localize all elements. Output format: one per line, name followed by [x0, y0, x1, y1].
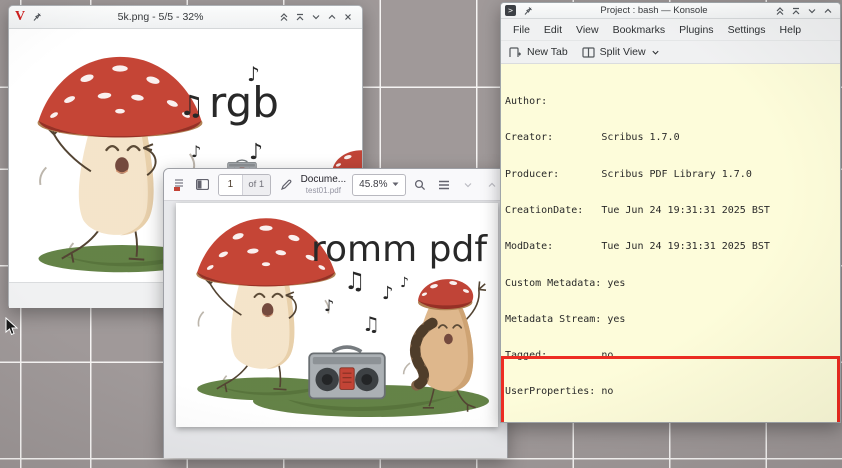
- terminal-output: Author: Creator: Scribus 1.7.0 Producer:…: [505, 72, 836, 422]
- mouse-cursor: [5, 317, 18, 336]
- terminal-line: ModDate: Tue Jun 24 19:31:31 2025 BST: [505, 241, 770, 253]
- annotate-pencil-icon[interactable]: [277, 175, 295, 195]
- pdf-content-area[interactable]: romm pdf ♫ ♪ ♪ ♫ ♪: [164, 201, 507, 458]
- shade-button[interactable]: [788, 4, 804, 18]
- viewer-app-icon: V: [15, 9, 26, 24]
- zoom-select[interactable]: 45.8%: [352, 173, 406, 196]
- split-view-caret-icon: [651, 50, 659, 54]
- terminal-line: Custom Metadata: yes: [505, 277, 626, 289]
- music-note: ♪: [400, 275, 409, 291]
- terminal-line: Tagged: no: [505, 350, 614, 362]
- pdf-page-artwork: romm pdf ♫ ♪ ♪ ♫ ♪: [195, 217, 498, 417]
- terminal-line: Producer: Scribus PDF Library 1.7.0: [505, 168, 752, 180]
- music-note: ♪: [382, 283, 394, 304]
- sidebar-toggle-icon[interactable]: [194, 175, 212, 195]
- pdf-viewer-window: 1 of 1 Docume... test01.pdf 45.8% romm p…: [163, 168, 508, 458]
- menu-settings[interactable]: Settings: [722, 22, 772, 38]
- rgb-label: rgb: [209, 78, 279, 127]
- menu-edit[interactable]: Edit: [538, 22, 568, 38]
- pdf-page: romm pdf ♫ ♪ ♪ ♫ ♪: [176, 203, 498, 427]
- music-note: ♪: [324, 296, 334, 315]
- konsole-titlebar[interactable]: > Project : bash — Konsole: [501, 3, 840, 19]
- page-number-input[interactable]: 1: [218, 174, 243, 195]
- music-note: ♫: [179, 89, 204, 122]
- maximize-button[interactable]: [820, 4, 836, 18]
- konsole-title: Project : bash — Konsole: [600, 5, 708, 16]
- minimize-button[interactable]: [804, 4, 820, 18]
- menu-hamburger-icon[interactable]: [435, 175, 453, 195]
- terminal-line: Metadata Stream: yes: [505, 313, 626, 325]
- konsole-menubar: File Edit View Bookmarks Plugins Setting…: [501, 19, 840, 41]
- document-filename: test01.pdf: [305, 185, 341, 195]
- window-maximize-button[interactable]: [483, 175, 501, 195]
- konsole-window: > Project : bash — Konsole File Edit Vie…: [500, 2, 841, 423]
- dropdown-caret-icon: [392, 182, 398, 186]
- menu-file[interactable]: File: [507, 22, 536, 38]
- pin-icon[interactable]: [29, 10, 45, 24]
- menu-bookmarks[interactable]: Bookmarks: [607, 22, 672, 38]
- menu-help[interactable]: Help: [774, 22, 808, 38]
- terminal-area[interactable]: Author: Creator: Scribus 1.7.0 Producer:…: [501, 63, 840, 422]
- page-number-control: 1 of 1: [217, 173, 271, 196]
- split-view-button[interactable]: Split View: [582, 46, 660, 58]
- konsole-toolbar: New Tab Split View: [501, 41, 840, 63]
- document-title-text: Docume...: [300, 174, 347, 186]
- minimize-button[interactable]: [308, 10, 324, 24]
- romm-pdf-label: romm pdf: [311, 229, 488, 270]
- terminal-line: Author:: [505, 96, 548, 108]
- keep-above-button[interactable]: [276, 10, 292, 24]
- new-tab-icon: [509, 46, 521, 57]
- pin-icon[interactable]: [520, 4, 536, 18]
- maximize-button[interactable]: [324, 10, 340, 24]
- pdf-app-icon[interactable]: [170, 175, 188, 195]
- image-viewer-titlebar[interactable]: V 5k.png - 5/5 - 32%: [9, 6, 362, 29]
- zoom-value: 45.8%: [359, 179, 388, 190]
- music-note: ♪: [249, 140, 263, 165]
- search-icon[interactable]: [412, 175, 430, 195]
- keep-above-button[interactable]: [772, 4, 788, 18]
- music-note: ♫: [362, 312, 380, 336]
- music-note: ♫: [344, 267, 366, 295]
- menu-view[interactable]: View: [570, 22, 605, 38]
- window-minimize-button[interactable]: [459, 175, 477, 195]
- image-viewer-title: 5k.png - 5/5 - 32%: [117, 11, 204, 23]
- desktop: V 5k.png - 5/5 - 32% ♫ rgb ♪ ♪ ♪ 1 of 1 …: [0, 0, 842, 468]
- music-note: ♪: [247, 62, 260, 86]
- music-note: ♪: [191, 142, 201, 161]
- split-view-icon: [582, 46, 595, 58]
- document-title: Docume... test01.pdf: [301, 174, 347, 195]
- terminal-line: CreationDate: Tue Jun 24 19:31:31 2025 B…: [505, 205, 770, 217]
- shade-button[interactable]: [292, 10, 308, 24]
- menu-plugins[interactable]: Plugins: [673, 22, 719, 38]
- new-tab-button[interactable]: New Tab: [509, 46, 568, 58]
- pdf-toolbar[interactable]: 1 of 1 Docume... test01.pdf 45.8%: [164, 169, 507, 201]
- konsole-app-icon: >: [505, 5, 516, 16]
- terminal-line: Creator: Scribus 1.7.0: [505, 132, 680, 144]
- page-count-label: of 1: [242, 174, 270, 195]
- close-button[interactable]: [340, 10, 356, 24]
- terminal-line: UserProperties: no: [505, 386, 614, 398]
